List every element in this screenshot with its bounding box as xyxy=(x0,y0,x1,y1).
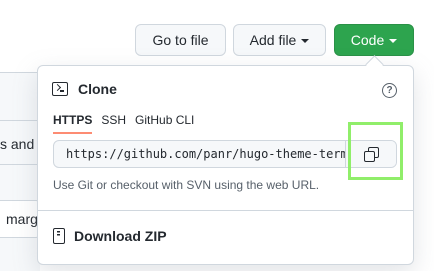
go-to-file-button[interactable]: Go to file xyxy=(135,24,226,56)
background-text: marg xyxy=(6,211,38,227)
file-zip-icon xyxy=(53,228,65,244)
tab-https[interactable]: HTTPS xyxy=(53,113,93,134)
caret-down-icon xyxy=(301,39,310,43)
background-divider xyxy=(0,72,40,73)
background-divider xyxy=(0,164,40,165)
background-divider xyxy=(0,120,40,121)
background-panel xyxy=(0,72,40,271)
add-file-button[interactable]: Add file xyxy=(233,24,326,56)
terminal-icon xyxy=(52,82,68,96)
go-to-file-label: Go to file xyxy=(152,32,209,48)
highlight-box xyxy=(348,122,403,180)
clone-header: Clone xyxy=(52,81,117,97)
clone-url-field[interactable]: https://github.com/panr/hugo-theme-termi… xyxy=(53,140,397,168)
add-file-label: Add file xyxy=(249,32,297,48)
download-zip-button[interactable]: Download ZIP xyxy=(53,228,167,244)
clone-title: Clone xyxy=(78,81,117,97)
download-zip-label: Download ZIP xyxy=(74,228,167,244)
popover-divider xyxy=(38,210,413,211)
clone-url-value[interactable]: https://github.com/panr/hugo-theme-termi… xyxy=(66,147,346,161)
background-text: s and xyxy=(0,136,35,152)
caret-down-icon xyxy=(389,39,398,43)
tab-github-cli[interactable]: GitHub CLI xyxy=(135,113,194,134)
code-button[interactable]: Code xyxy=(334,24,414,56)
question-icon[interactable]: ? xyxy=(382,83,397,98)
tab-ssh[interactable]: SSH xyxy=(101,113,126,134)
clone-hint: Use Git or checkout with SVN using the w… xyxy=(53,178,320,192)
clone-tabs: HTTPS SSH GitHub CLI xyxy=(53,113,194,134)
code-label: Code xyxy=(350,32,385,48)
